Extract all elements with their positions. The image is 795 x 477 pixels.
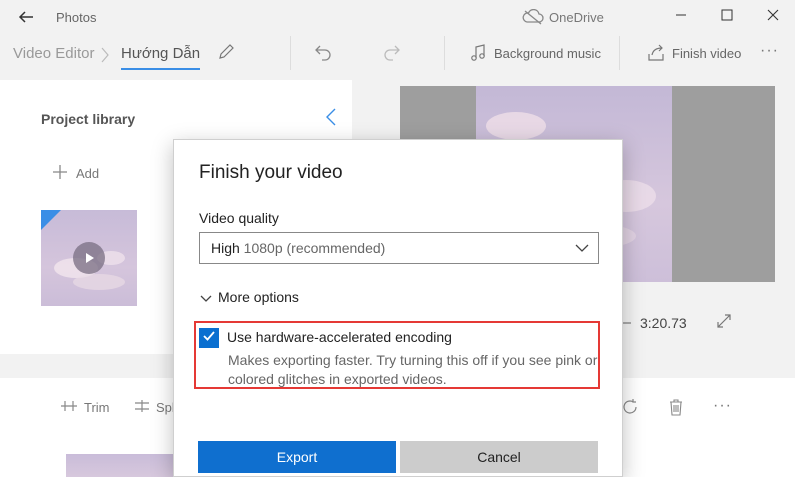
thumbnail-corner-tag — [41, 210, 61, 230]
quality-main: High — [211, 240, 240, 256]
trim-button[interactable]: Trim — [84, 400, 110, 415]
minimize-icon — [675, 8, 687, 26]
toolbar-divider — [444, 36, 445, 70]
undo-icon[interactable] — [314, 43, 332, 66]
trim-icon[interactable] — [60, 399, 78, 418]
trash-icon[interactable] — [668, 398, 684, 421]
close-button[interactable] — [760, 5, 786, 29]
breadcrumb-project-name[interactable]: Hướng Dẫn — [121, 45, 201, 70]
quality-hint: 1080p (recommended) — [239, 240, 386, 256]
export-button[interactable]: Export — [198, 441, 396, 473]
minimize-button[interactable] — [668, 5, 694, 29]
onedrive-status: OneDrive — [549, 10, 604, 25]
library-video-thumbnail[interactable] — [41, 210, 137, 306]
split-button[interactable]: Spl — [156, 400, 175, 415]
play-icon[interactable] — [73, 242, 105, 274]
back-arrow-icon[interactable] — [16, 7, 36, 27]
cloud-icon — [522, 8, 544, 30]
storyboard-more-icon[interactable]: ··· — [713, 397, 732, 415]
background-music-button[interactable]: Background music — [494, 46, 601, 61]
add-button[interactable]: Add — [76, 166, 99, 181]
cancel-button[interactable]: Cancel — [400, 441, 598, 473]
split-icon[interactable] — [134, 399, 150, 418]
project-library-title: Project library — [41, 111, 136, 127]
hardware-encoding-label[interactable]: Use hardware-accelerated encoding — [227, 329, 452, 345]
close-icon — [767, 8, 779, 26]
hardware-encoding-description: Makes exporting faster. Try turning this… — [228, 352, 598, 387]
toolbar-divider — [619, 36, 620, 70]
finish-video-button[interactable]: Finish video — [672, 46, 741, 61]
collapse-chevron-icon[interactable] — [324, 107, 338, 132]
chevron-down-icon — [574, 241, 590, 260]
editor-toolbar: Video Editor Hướng Dẫn Background music … — [0, 34, 795, 76]
hardware-encoding-checkbox[interactable] — [199, 328, 219, 348]
breadcrumb-video-editor[interactable]: Video Editor — [13, 45, 94, 62]
video-quality-dropdown[interactable]: High 1080p (recommended) — [199, 232, 599, 264]
music-note-icon[interactable] — [470, 44, 486, 67]
pencil-icon[interactable] — [217, 43, 235, 66]
dialog-title: Finish your video — [199, 162, 343, 183]
video-quality-label: Video quality — [199, 210, 279, 226]
more-options-toggle[interactable]: More options — [218, 289, 299, 305]
more-options-chevron-icon[interactable] — [199, 292, 213, 310]
plus-icon[interactable] — [52, 164, 68, 185]
video-duration: 3:20.73 — [640, 315, 687, 331]
video-quality-value: High 1080p (recommended) — [211, 240, 385, 256]
app-name: Photos — [56, 10, 97, 25]
redo-icon[interactable] — [383, 43, 401, 66]
expand-icon[interactable] — [716, 313, 732, 334]
storyboard-clip[interactable] — [66, 454, 174, 477]
checkmark-icon — [202, 329, 216, 348]
maximize-icon — [721, 8, 733, 26]
rotate-icon[interactable] — [621, 398, 639, 421]
more-options-icon[interactable]: ··· — [760, 42, 779, 60]
title-bar: Photos OneDrive — [0, 0, 795, 34]
maximize-button[interactable] — [714, 5, 740, 29]
finish-video-dialog: Finish your video Video quality High 108… — [173, 139, 623, 477]
share-export-icon[interactable] — [647, 44, 665, 67]
toolbar-divider — [290, 36, 291, 70]
breadcrumb-chevron-icon — [100, 46, 110, 69]
